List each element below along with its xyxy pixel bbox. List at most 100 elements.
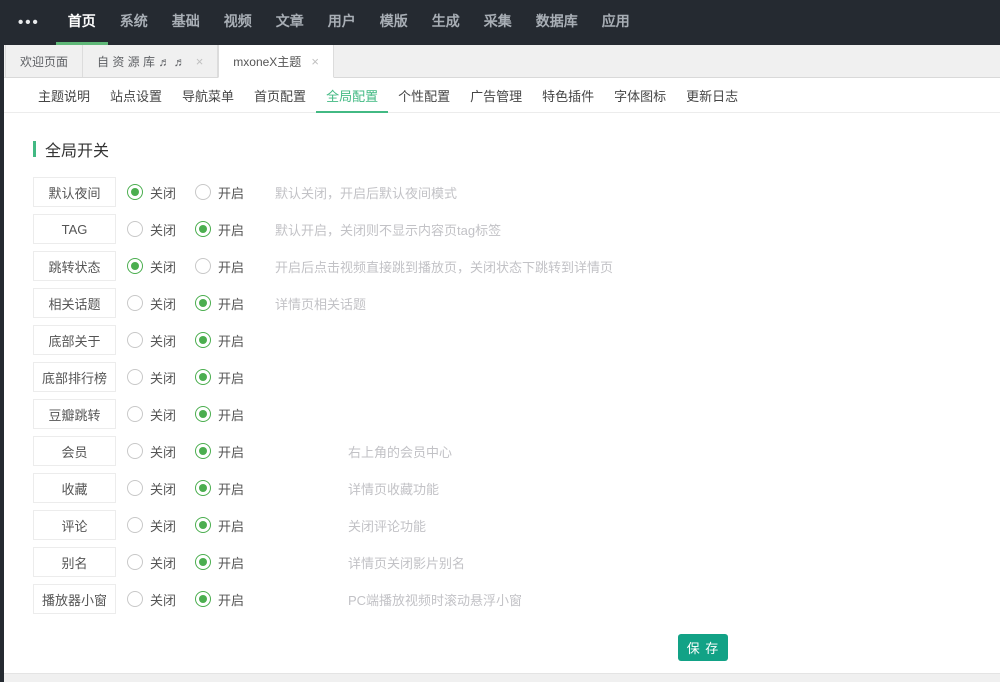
- top-nav-item[interactable]: 系统: [108, 0, 160, 45]
- radio-on-icon[interactable]: [195, 258, 211, 274]
- switch-label: TAG: [33, 214, 116, 244]
- theme-tab[interactable]: 更新日志: [676, 78, 748, 112]
- radio-option-off[interactable]: 关闭: [127, 516, 184, 535]
- theme-tab[interactable]: 首页配置: [244, 78, 316, 112]
- radio-option-on[interactable]: 开启: [195, 479, 252, 498]
- radio-off-icon[interactable]: [127, 258, 143, 274]
- radio-on-label: 开启: [218, 331, 244, 350]
- radio-off-label: 关闭: [150, 405, 176, 424]
- switch-description: 默认开启，关闭则不显示内容页tag标签: [275, 220, 501, 239]
- radio-off-icon[interactable]: [127, 480, 143, 496]
- top-nav-item[interactable]: 应用: [590, 0, 642, 45]
- window-tab-label: 欢迎页面: [20, 53, 68, 70]
- top-nav-item[interactable]: 文章: [264, 0, 316, 45]
- radio-option-off[interactable]: 关闭: [127, 183, 184, 202]
- top-nav-item[interactable]: 模版: [368, 0, 420, 45]
- radio-on-icon[interactable]: [195, 332, 211, 348]
- theme-tab[interactable]: 个性配置: [388, 78, 460, 112]
- radio-option-on[interactable]: 开启: [195, 294, 252, 313]
- window-tab[interactable]: 欢迎页面: [5, 45, 83, 77]
- radio-option-off[interactable]: 关闭: [127, 479, 184, 498]
- switch-description: 详情页收藏功能: [348, 479, 439, 498]
- radio-option-on[interactable]: 开启: [195, 331, 252, 350]
- radio-off-icon[interactable]: [127, 332, 143, 348]
- radio-option-on[interactable]: 开启: [195, 553, 252, 572]
- switch-row: 豆瓣跳转关闭开启: [33, 399, 1000, 429]
- switch-row: 评论关闭开启关闭评论功能: [33, 510, 1000, 540]
- radio-on-icon[interactable]: [195, 221, 211, 237]
- radio-off-icon[interactable]: [127, 517, 143, 533]
- radio-off-label: 关闭: [150, 220, 176, 239]
- switch-label: 跳转状态: [33, 251, 116, 281]
- radio-off-label: 关闭: [150, 183, 176, 202]
- radio-off-icon[interactable]: [127, 443, 143, 459]
- radio-on-icon[interactable]: [195, 443, 211, 459]
- radio-option-off[interactable]: 关闭: [127, 368, 184, 387]
- radio-off-icon[interactable]: [127, 184, 143, 200]
- theme-tab[interactable]: 广告管理: [460, 78, 532, 112]
- radio-on-icon[interactable]: [195, 517, 211, 533]
- theme-tab[interactable]: 字体图标: [604, 78, 676, 112]
- radio-off-label: 关闭: [150, 553, 176, 572]
- window-tab-label: mxoneX主题: [233, 53, 301, 70]
- window-tab[interactable]: 自 资 源 库 ♬ ♬×: [83, 45, 218, 77]
- top-nav-item[interactable]: 用户: [316, 0, 368, 45]
- radio-option-on[interactable]: 开启: [195, 590, 252, 609]
- window-tab[interactable]: mxoneX主题 ×: [218, 45, 334, 78]
- radio-option-off[interactable]: 关闭: [127, 590, 184, 609]
- radio-option-off[interactable]: 关闭: [127, 257, 184, 276]
- top-navbar: ••• 首页系统基础视频文章用户模版生成采集数据库应用: [0, 0, 1000, 45]
- radio-on-icon[interactable]: [195, 369, 211, 385]
- switch-label: 默认夜间: [33, 177, 116, 207]
- theme-tab[interactable]: 主题说明: [28, 78, 100, 112]
- switch-row: 会员关闭开启右上角的会员中心: [33, 436, 1000, 466]
- switch-row: 收藏关闭开启详情页收藏功能: [33, 473, 1000, 503]
- close-icon[interactable]: ×: [196, 55, 204, 68]
- radio-on-icon[interactable]: [195, 406, 211, 422]
- radio-off-icon[interactable]: [127, 591, 143, 607]
- radio-option-off[interactable]: 关闭: [127, 405, 184, 424]
- radio-off-icon[interactable]: [127, 369, 143, 385]
- radio-option-off[interactable]: 关闭: [127, 442, 184, 461]
- radio-off-icon[interactable]: [127, 406, 143, 422]
- top-nav-item[interactable]: 基础: [160, 0, 212, 45]
- switch-description: PC端播放视频时滚动悬浮小窗: [348, 590, 522, 609]
- theme-tab[interactable]: 导航菜单: [172, 78, 244, 112]
- top-nav-item[interactable]: 视频: [212, 0, 264, 45]
- switch-row: 跳转状态关闭开启开启后点击视频直接跳到播放页，关闭状态下跳转到详情页: [33, 251, 1000, 281]
- radio-option-off[interactable]: 关闭: [127, 331, 184, 350]
- top-nav-item[interactable]: 采集: [472, 0, 524, 45]
- radio-off-icon[interactable]: [127, 295, 143, 311]
- theme-tab[interactable]: 全局配置: [316, 78, 388, 112]
- switch-row: 底部排行榜关闭开启: [33, 362, 1000, 392]
- save-button[interactable]: 保 存: [678, 634, 728, 661]
- radio-option-off[interactable]: 关闭: [127, 294, 184, 313]
- radio-off-icon[interactable]: [127, 221, 143, 237]
- radio-off-label: 关闭: [150, 479, 176, 498]
- radio-option-off[interactable]: 关闭: [127, 220, 184, 239]
- top-nav-item[interactable]: 首页: [56, 0, 108, 45]
- more-menu-button[interactable]: •••: [18, 0, 40, 45]
- radio-on-icon[interactable]: [195, 480, 211, 496]
- theme-tab[interactable]: 特色插件: [532, 78, 604, 112]
- radio-on-icon[interactable]: [195, 591, 211, 607]
- close-icon[interactable]: ×: [311, 55, 319, 68]
- radio-option-on[interactable]: 开启: [195, 368, 252, 387]
- top-nav-item[interactable]: 数据库: [524, 0, 590, 45]
- radio-off-icon[interactable]: [127, 554, 143, 570]
- radio-option-on[interactable]: 开启: [195, 220, 252, 239]
- radio-option-on[interactable]: 开启: [195, 516, 252, 535]
- radio-option-on[interactable]: 开启: [195, 442, 252, 461]
- radio-option-off[interactable]: 关闭: [127, 553, 184, 572]
- section-marker: [33, 141, 36, 157]
- radio-option-on[interactable]: 开启: [195, 257, 252, 276]
- radio-option-on[interactable]: 开启: [195, 183, 252, 202]
- radio-on-icon[interactable]: [195, 295, 211, 311]
- radio-on-label: 开启: [218, 220, 244, 239]
- switch-description: 右上角的会员中心: [348, 442, 452, 461]
- top-nav-item[interactable]: 生成: [420, 0, 472, 45]
- radio-option-on[interactable]: 开启: [195, 405, 252, 424]
- radio-on-icon[interactable]: [195, 554, 211, 570]
- radio-on-icon[interactable]: [195, 184, 211, 200]
- theme-tab[interactable]: 站点设置: [100, 78, 172, 112]
